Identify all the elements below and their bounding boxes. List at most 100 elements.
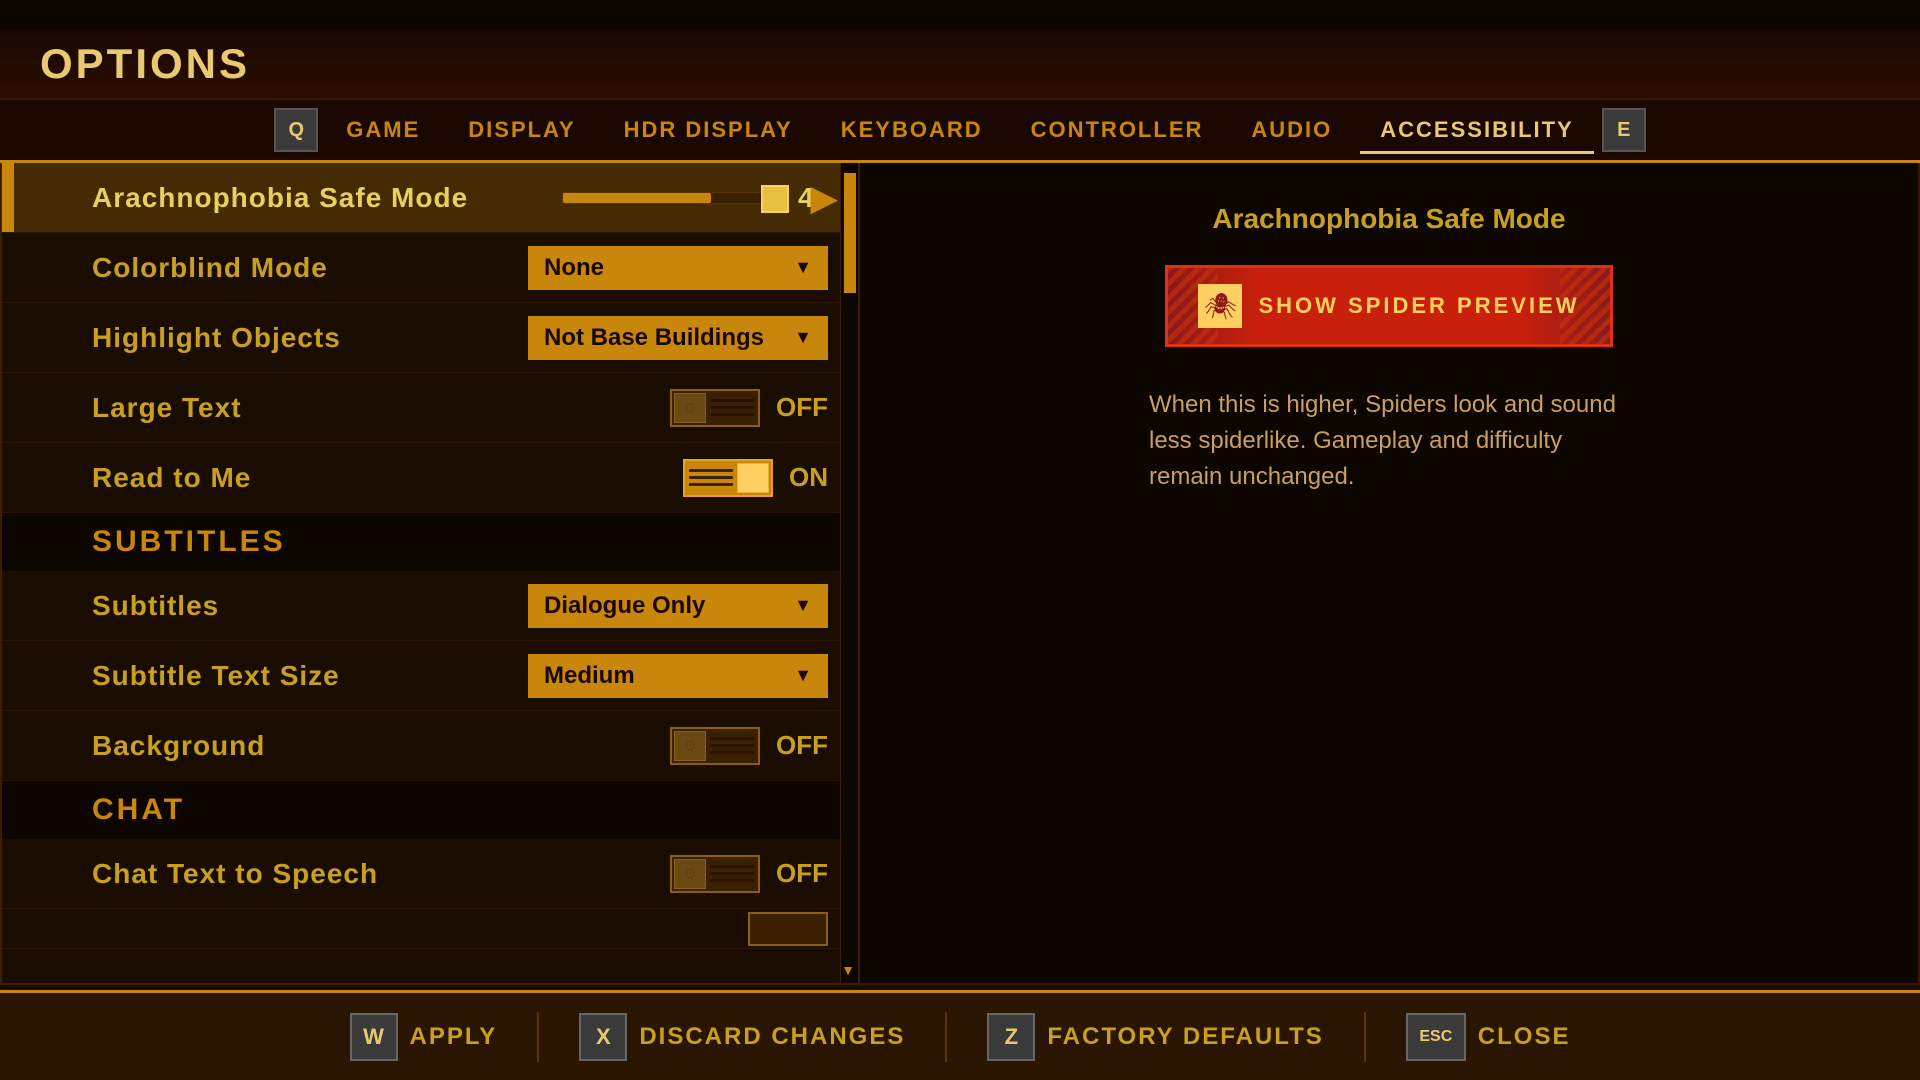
nav-right-icon[interactable]: E <box>1602 108 1646 152</box>
setting-large-text[interactable]: Large Text ⊙ OFF <box>2 373 858 443</box>
tab-keyboard[interactable]: KEYBOARD <box>821 109 1003 151</box>
spider-icon: 🕷 <box>1198 284 1242 328</box>
toggle-line-on-1 <box>689 469 733 472</box>
toggle-circle-icon: ⊙ <box>684 399 696 416</box>
setting-chat-tts[interactable]: Chat Text to Speech ⊙ OFF <box>2 839 858 909</box>
toggle-state-read-to-me: ON <box>789 462 828 493</box>
chevron-down-icon: ▼ <box>794 257 812 278</box>
setting-label-large-text: Large Text <box>92 392 670 424</box>
toggle-line-chat-3 <box>710 879 754 882</box>
toggle-partial <box>748 912 828 946</box>
slider-track[interactable] <box>562 192 782 204</box>
spider-preview-label: SHOW SPIDER PREVIEW <box>1258 293 1579 319</box>
toggle-large-text[interactable]: ⊙ <box>670 389 760 427</box>
cursor-arrow: ▶ <box>810 177 838 219</box>
toggle-lines-on <box>689 469 733 486</box>
toggle-knob-large-text: ⊙ <box>674 393 706 423</box>
dropdown-value-subtitles: Dialogue Only <box>544 592 705 620</box>
apply-key: W <box>350 1013 398 1061</box>
close-key: Esc <box>1406 1013 1466 1061</box>
toggle-line-chat-1 <box>710 865 754 868</box>
toggle-line-on-3 <box>689 483 733 486</box>
setting-label-read-to-me: Read to Me <box>92 462 683 494</box>
tab-accessibility[interactable]: ACCESSIBILITY <box>1360 109 1593 154</box>
factory-key: Z <box>987 1013 1035 1061</box>
close-button[interactable]: Esc CLOSE <box>1406 1013 1571 1061</box>
bottom-bar: W APPLY X DISCARD CHANGES Z FACTORY DEFA… <box>0 990 1920 1080</box>
section-chat: CHAT <box>2 781 858 839</box>
setting-arachnophobia[interactable]: Arachnophobia Safe Mode 4 ▶ <box>2 163 858 233</box>
setting-partial <box>2 909 858 949</box>
toggle-large-text-container[interactable]: ⊙ OFF <box>670 389 828 427</box>
toggle-line-3 <box>710 413 754 416</box>
info-panel: Arachnophobia Safe Mode 🕷 SHOW SPIDER PR… <box>860 163 1920 985</box>
setting-label-arachnophobia: Arachnophobia Safe Mode <box>92 182 562 214</box>
toggle-chat-tts[interactable]: ⊙ <box>670 855 760 893</box>
toggle-line-bg-1 <box>710 737 754 740</box>
chevron-down-icon-3: ▼ <box>794 595 812 616</box>
setting-label-chat-tts: Chat Text to Speech <box>92 858 670 890</box>
section-subtitles: SUBTITLES <box>2 513 858 571</box>
setting-label-background: Background <box>92 730 670 762</box>
page-title: OPTIONS <box>40 40 1880 88</box>
slider-arachnophobia[interactable]: 4 <box>562 182 828 214</box>
chevron-down-icon-4: ▼ <box>794 665 812 686</box>
setting-background[interactable]: Background ⊙ OFF <box>2 711 858 781</box>
dropdown-colorblind[interactable]: None ▼ <box>528 246 828 290</box>
toggle-background[interactable]: ⊙ <box>670 727 760 765</box>
toggle-background-container[interactable]: ⊙ OFF <box>670 727 828 765</box>
apply-button[interactable]: W APPLY <box>350 1013 498 1061</box>
toggle-chat-tts-container[interactable]: ⊙ OFF <box>670 855 828 893</box>
toggle-line-bg-2 <box>710 744 754 747</box>
factory-label: FACTORY DEFAULTS <box>1047 1023 1323 1051</box>
setting-subtitles[interactable]: Subtitles Dialogue Only ▼ <box>2 571 858 641</box>
toggle-read-to-me-container[interactable]: ON <box>683 459 828 497</box>
dropdown-subtitles[interactable]: Dialogue Only ▼ <box>528 584 828 628</box>
top-bar <box>0 0 1920 30</box>
toggle-lines-bg <box>710 737 754 754</box>
toggle-read-to-me[interactable] <box>683 459 773 497</box>
separator-1 <box>537 1012 539 1062</box>
info-panel-title: Arachnophobia Safe Mode <box>1212 203 1565 235</box>
setting-label-subtitles: Subtitles <box>92 590 528 622</box>
setting-label-subtitle-text-size: Subtitle Text Size <box>92 660 528 692</box>
tab-audio[interactable]: AUDIO <box>1231 109 1352 151</box>
toggle-state-background: OFF <box>776 730 828 761</box>
tab-game[interactable]: GAME <box>326 109 440 151</box>
scroll-down-arrow[interactable]: ▼ <box>841 962 855 978</box>
discard-key: X <box>579 1013 627 1061</box>
setting-colorblind[interactable]: Colorblind Mode None ▼ <box>2 233 858 303</box>
discard-button[interactable]: X DISCARD CHANGES <box>579 1013 905 1061</box>
tab-hdr-display[interactable]: HDR DISPLAY <box>604 109 813 151</box>
tab-controller[interactable]: CONTROLLER <box>1011 109 1224 151</box>
tab-display[interactable]: DISPLAY <box>448 109 595 151</box>
toggle-lines-chat <box>710 865 754 882</box>
separator-2 <box>945 1012 947 1062</box>
setting-read-to-me[interactable]: Read to Me ON <box>2 443 858 513</box>
chevron-down-icon-2: ▼ <box>794 327 812 348</box>
dropdown-highlight[interactable]: Not Base Buildings ▼ <box>528 316 828 360</box>
slider-fill <box>563 193 711 203</box>
dropdown-value-subtitle-size: Medium <box>544 662 635 690</box>
toggle-line-1 <box>710 399 754 402</box>
scrollbar[interactable]: ▲ ▼ <box>840 163 858 983</box>
show-spider-preview-button[interactable]: 🕷 SHOW SPIDER PREVIEW <box>1165 265 1612 347</box>
row-indicator <box>2 163 14 232</box>
toggle-circle-icon-bg: ⊙ <box>684 737 696 754</box>
dropdown-subtitle-size[interactable]: Medium ▼ <box>528 654 828 698</box>
setting-subtitle-text-size[interactable]: Subtitle Text Size Medium ▼ <box>2 641 858 711</box>
apply-label: APPLY <box>410 1023 498 1051</box>
slider-thumb[interactable] <box>761 185 789 213</box>
toggle-circle-icon-chat: ⊙ <box>684 865 696 882</box>
setting-highlight[interactable]: Highlight Objects Not Base Buildings ▼ <box>2 303 858 373</box>
toggle-lines <box>710 399 754 416</box>
toggle-line-on-2 <box>689 476 733 479</box>
close-label: CLOSE <box>1478 1023 1571 1051</box>
separator-3 <box>1364 1012 1366 1062</box>
factory-defaults-button[interactable]: Z FACTORY DEFAULTS <box>987 1013 1323 1061</box>
setting-label-colorblind: Colorblind Mode <box>92 252 528 284</box>
main-content: Arachnophobia Safe Mode 4 ▶ Colorblind M… <box>0 163 1920 985</box>
nav-left-icon[interactable]: Q <box>274 108 318 152</box>
scroll-thumb[interactable] <box>844 173 856 293</box>
toggle-state-chat-tts: OFF <box>776 858 828 889</box>
